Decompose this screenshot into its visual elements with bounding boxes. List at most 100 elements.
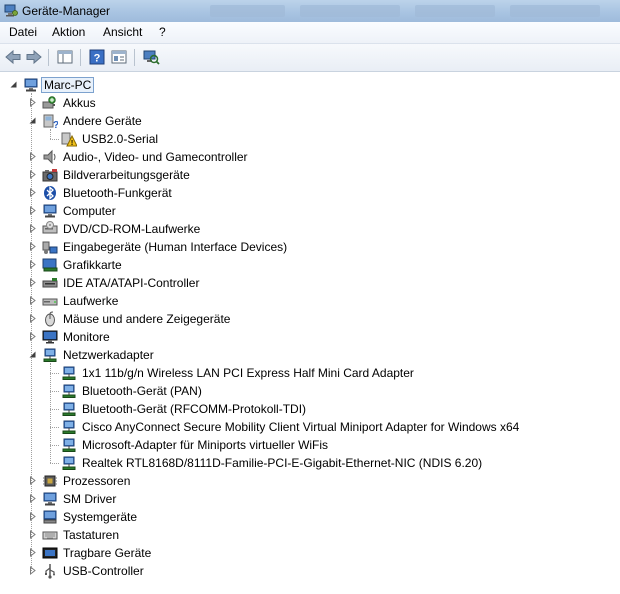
svg-text:?: ? xyxy=(53,120,58,129)
collapsed-triangle-icon[interactable] xyxy=(28,332,37,341)
device-category[interactable]: Laufwerke xyxy=(0,292,620,310)
device-tree[interactable]: Marc-PC Akkus? Andere Geräte! USB2.0-Serial… xyxy=(0,72,620,594)
device-item[interactable]: Realtek RTL8168D/8111D-Familie-PCI-E-Gig… xyxy=(0,454,620,472)
device-category-label: DVD/CD-ROM-Laufwerke xyxy=(63,222,201,236)
collapsed-triangle-icon[interactable] xyxy=(28,530,37,539)
device-item[interactable]: Bluetooth-Gerät (PAN) xyxy=(0,382,620,400)
device-category[interactable]: Bildverarbeitungsgeräte xyxy=(0,166,620,184)
tree-root-label: Marc-PC xyxy=(41,77,95,93)
device-category[interactable]: ? Andere Geräte xyxy=(0,112,620,130)
collapsed-triangle-icon[interactable] xyxy=(28,206,37,215)
dvd-drive-icon xyxy=(42,221,58,234)
collapsed-triangle-icon[interactable] xyxy=(28,566,37,575)
device-category-label: Bluetooth-Funkgerät xyxy=(63,186,172,200)
device-category[interactable]: IDE ATA/ATAPI-Controller xyxy=(0,274,620,292)
collapsed-triangle-icon[interactable] xyxy=(28,278,37,287)
disk-drive-icon xyxy=(42,298,58,306)
window-title: Geräte-Manager xyxy=(22,4,111,18)
device-category-label: Akkus xyxy=(63,96,96,110)
blurred-background-window xyxy=(300,5,400,17)
device-category-label: IDE ATA/ATAPI-Controller xyxy=(63,276,200,290)
menu-help[interactable]: ? xyxy=(157,25,168,39)
device-category[interactable]: SM Driver xyxy=(0,490,620,508)
unknown-device-icon: ? xyxy=(43,114,58,129)
expanded-triangle-icon[interactable] xyxy=(28,116,37,125)
collapsed-triangle-icon[interactable] xyxy=(28,512,37,521)
network-adapter-icon xyxy=(62,438,76,452)
menu-ansicht[interactable]: Ansicht xyxy=(101,25,144,39)
collapsed-triangle-icon[interactable] xyxy=(28,98,37,107)
battery-icon xyxy=(42,96,56,109)
collapsed-triangle-icon[interactable] xyxy=(28,296,37,305)
console-tree-icon[interactable] xyxy=(56,48,74,66)
toolbar-separator xyxy=(80,49,81,66)
collapsed-triangle-icon[interactable] xyxy=(28,494,37,503)
device-category-label: Laufwerke xyxy=(63,294,119,308)
svg-text:!: ! xyxy=(71,140,73,147)
device-category[interactable]: Eingabegeräte (Human Interface Devices) xyxy=(0,238,620,256)
device-category-label: Tragbare Geräte xyxy=(63,546,152,560)
hid-icon xyxy=(42,241,58,254)
expanded-triangle-icon[interactable] xyxy=(9,80,18,89)
device-category-label: USB-Controller xyxy=(63,564,144,578)
device-item[interactable]: ! USB2.0-Serial xyxy=(0,130,620,148)
warning-device-icon: ! xyxy=(61,132,77,147)
device-item-label: USB2.0-Serial xyxy=(82,132,159,146)
device-category-label: Andere Geräte xyxy=(63,114,142,128)
device-category[interactable]: Tragbare Geräte xyxy=(0,544,620,562)
speaker-icon xyxy=(43,149,56,165)
device-category[interactable]: Mäuse und andere Zeigegeräte xyxy=(0,310,620,328)
device-category-label: SM Driver xyxy=(63,492,117,506)
collapsed-triangle-icon[interactable] xyxy=(28,170,37,179)
device-category[interactable]: Systemgeräte xyxy=(0,508,620,526)
scan-hardware-icon[interactable] xyxy=(142,48,160,66)
menu-aktion[interactable]: Aktion xyxy=(50,25,87,39)
tree-root[interactable]: Marc-PC xyxy=(0,76,620,94)
device-category[interactable]: Grafikkarte xyxy=(0,256,620,274)
device-category[interactable]: Computer xyxy=(0,202,620,220)
menu-datei[interactable]: Datei xyxy=(7,25,39,39)
blurred-background-window xyxy=(510,5,600,17)
device-item[interactable]: Microsoft-Adapter für Miniports virtuell… xyxy=(0,436,620,454)
expanded-triangle-icon[interactable] xyxy=(28,350,37,359)
device-item[interactable]: Cisco AnyConnect Secure Mobility Client … xyxy=(0,418,620,436)
tree-connector xyxy=(50,363,51,463)
device-category[interactable]: Netzwerkadapter xyxy=(0,346,620,364)
device-category[interactable]: Bluetooth-Funkgerät xyxy=(0,184,620,202)
device-category[interactable]: Tastaturen xyxy=(0,526,620,544)
network-adapter-icon xyxy=(43,348,57,362)
device-category[interactable]: Akkus xyxy=(0,94,620,112)
device-category-label: Eingabegeräte (Human Interface Devices) xyxy=(63,240,288,254)
device-item[interactable]: Bluetooth-Gerät (RFCOMM-Protokoll-TDI) xyxy=(0,400,620,418)
device-category-label: Audio-, Video- und Gamecontroller xyxy=(63,150,248,164)
system-device-icon xyxy=(43,510,57,524)
forward-arrow-icon[interactable] xyxy=(25,48,43,66)
properties-icon[interactable] xyxy=(110,48,128,66)
monitor-icon xyxy=(42,330,58,344)
collapsed-triangle-icon[interactable] xyxy=(28,476,37,485)
collapsed-triangle-icon[interactable] xyxy=(28,224,37,233)
collapsed-triangle-icon[interactable] xyxy=(28,548,37,557)
collapsed-triangle-icon[interactable] xyxy=(28,260,37,269)
device-category[interactable]: USB-Controller xyxy=(0,562,620,580)
bluetooth-icon xyxy=(44,186,56,200)
keyboard-icon xyxy=(42,531,58,540)
toolbar: ? xyxy=(0,44,620,72)
device-category[interactable]: Audio-, Video- und Gamecontroller xyxy=(0,148,620,166)
collapsed-triangle-icon[interactable] xyxy=(28,314,37,323)
device-item[interactable]: 1x1 11b/g/n Wireless LAN PCI Express Hal… xyxy=(0,364,620,382)
computer-icon xyxy=(43,204,57,218)
back-arrow-icon[interactable] xyxy=(4,48,22,66)
device-category[interactable]: Monitore xyxy=(0,328,620,346)
camera-icon xyxy=(42,169,58,182)
tree-connector xyxy=(50,409,59,410)
device-category-label: Computer xyxy=(63,204,116,218)
collapsed-triangle-icon[interactable] xyxy=(28,188,37,197)
collapsed-triangle-icon[interactable] xyxy=(28,152,37,161)
device-item-label: 1x1 11b/g/n Wireless LAN PCI Express Hal… xyxy=(82,366,414,380)
device-category[interactable]: DVD/CD-ROM-Laufwerke xyxy=(0,220,620,238)
collapsed-triangle-icon[interactable] xyxy=(28,242,37,251)
help-icon[interactable]: ? xyxy=(88,48,106,66)
device-category[interactable]: Prozessoren xyxy=(0,472,620,490)
title-bar[interactable]: Geräte-Manager xyxy=(0,0,620,22)
